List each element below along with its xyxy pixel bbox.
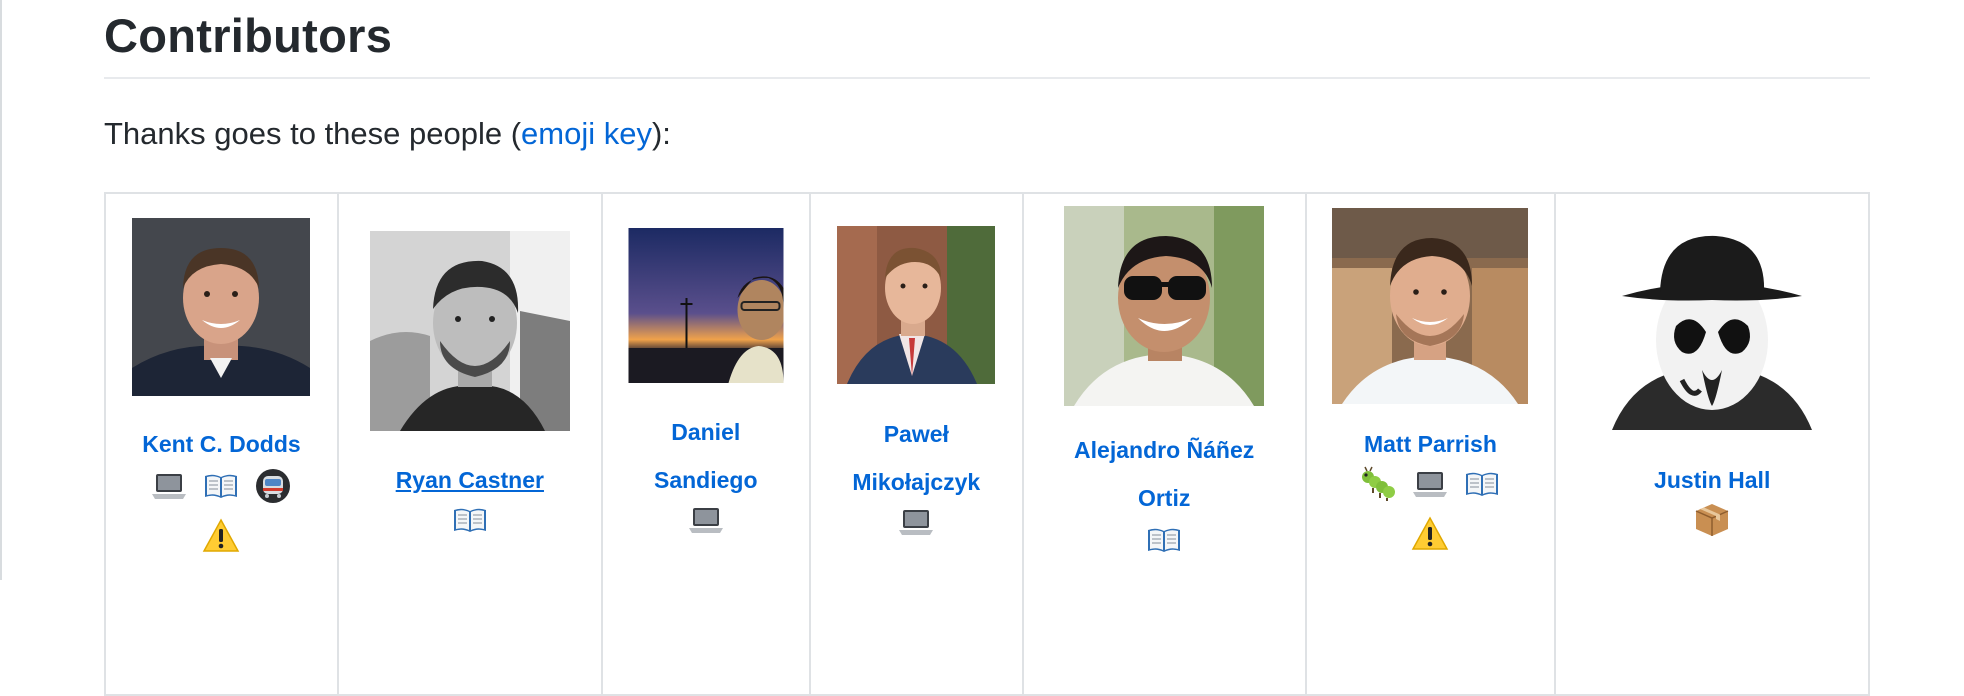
book-icon[interactable] <box>1144 520 1184 560</box>
book-icon[interactable] <box>1462 464 1502 504</box>
avatar-matt-image <box>1332 208 1529 404</box>
avatar-ryan-image <box>369 231 570 431</box>
contributor-cell-pawel: Paweł Mikołajczyk <box>808 192 1024 696</box>
contributor-cell-matt: Matt Parrish <box>1304 192 1557 696</box>
contributor-cell-alejandro: Alejandro Ñáñez Ortiz <box>1021 192 1307 696</box>
contributor-name-alejandro-line1[interactable]: Alejandro Ñáñez <box>1024 426 1305 474</box>
contributor-cell-justin: Justin Hall <box>1554 192 1870 696</box>
book-icon[interactable] <box>201 466 241 506</box>
metro-icon[interactable] <box>253 466 293 506</box>
contributions-kent <box>106 460 337 560</box>
avatar-ryan[interactable] <box>369 231 570 431</box>
contributions-ryan <box>339 494 601 544</box>
avatar-pawel-image <box>837 226 996 384</box>
contributors-table: Kent C. Dodds Ryan Castner Daniel Sandie… <box>104 192 1870 696</box>
avatar-daniel-image <box>628 228 784 383</box>
contributor-cell-daniel: Daniel Sandiego <box>600 192 811 696</box>
avatar-alejandro-image <box>1064 206 1265 406</box>
avatar-alejandro[interactable] <box>1064 206 1265 406</box>
contributions-pawel <box>811 496 1022 546</box>
avatar-kent-image <box>132 218 311 396</box>
title-divider <box>104 77 1870 79</box>
avatar-daniel[interactable] <box>628 228 784 383</box>
laptop-icon[interactable] <box>686 500 726 540</box>
laptop-icon[interactable] <box>896 502 936 542</box>
contributions-alejandro <box>1024 514 1305 564</box>
avatar-kent[interactable] <box>132 218 311 396</box>
table-row: Kent C. Dodds Ryan Castner Daniel Sandie… <box>104 192 1870 696</box>
laptop-icon[interactable] <box>1410 464 1450 504</box>
warning-icon[interactable] <box>201 516 241 556</box>
page-frame: Contributors Thanks goes to these people… <box>0 0 1964 696</box>
avatar-pawel[interactable] <box>837 226 996 384</box>
warning-icon[interactable] <box>1410 514 1450 554</box>
contributions-justin <box>1556 494 1868 544</box>
intro-prefix: Thanks goes to these people ( <box>104 116 522 151</box>
contributions-matt <box>1307 458 1555 558</box>
book-icon[interactable] <box>450 500 490 540</box>
laptop-icon[interactable] <box>149 466 189 506</box>
avatar-justin[interactable] <box>1612 230 1813 430</box>
avatar-justin-image <box>1612 230 1813 430</box>
contributor-cell-kent: Kent C. Dodds <box>104 192 339 696</box>
intro-suffix: ): <box>651 116 671 151</box>
avatar-matt[interactable] <box>1332 208 1529 404</box>
section-title: Contributors <box>104 9 393 62</box>
contributor-name-pawel-line1[interactable]: Paweł <box>811 410 1022 458</box>
contributions-daniel <box>603 494 809 544</box>
contributor-cell-ryan: Ryan Castner <box>336 192 603 696</box>
bug-icon[interactable] <box>1358 464 1398 504</box>
contributor-name-daniel-line1[interactable]: Daniel <box>603 408 809 456</box>
emoji-key-link[interactable]: emoji key <box>521 116 652 151</box>
intro-text: Thanks goes to these people (emoji key): <box>104 114 671 154</box>
package-icon[interactable] <box>1692 500 1732 540</box>
